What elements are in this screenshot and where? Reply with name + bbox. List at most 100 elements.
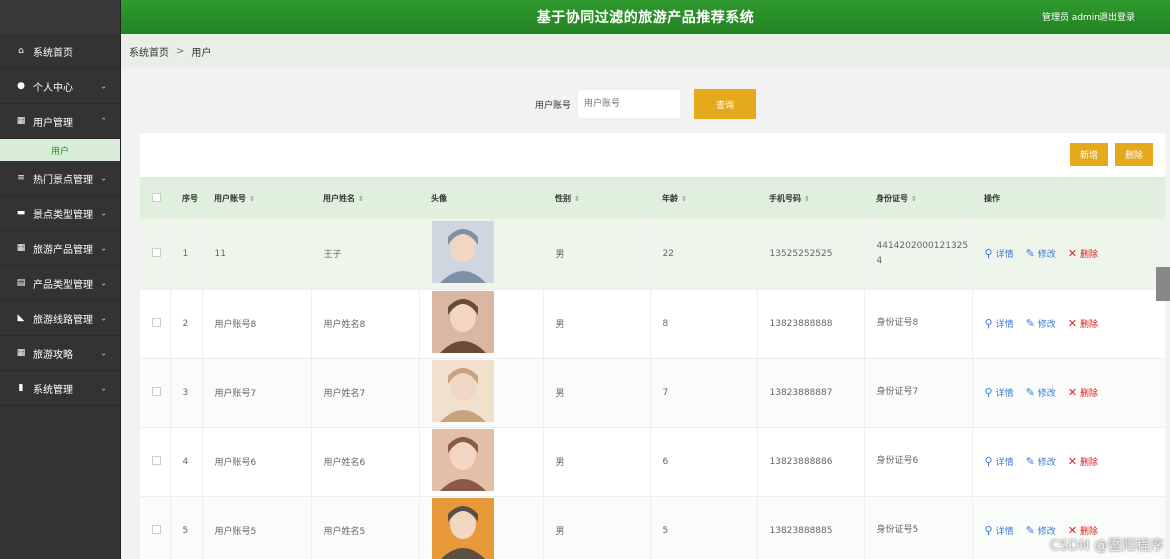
cell-idcard: 身份证号6: [864, 427, 973, 497]
sort-icon[interactable]: ⇕: [804, 195, 810, 203]
edit-button[interactable]: ✎ 修改: [1026, 247, 1056, 260]
cell-no: 3: [170, 358, 203, 428]
row-checkbox[interactable]: [152, 455, 161, 465]
row-delete-button[interactable]: ✕ 删除: [1068, 386, 1098, 399]
cell-phone: 13823888888: [757, 289, 865, 359]
row-select-cell[interactable]: [140, 496, 171, 559]
row-checkbox[interactable]: [152, 524, 161, 534]
detail-label: 详情: [995, 527, 1014, 537]
sidebar-item-products[interactable]: ▦ 旅游产品管理 ⌄: [0, 231, 120, 266]
cell-age: 6: [650, 427, 758, 497]
cell-age: 5: [650, 496, 758, 559]
sidebar-item-spot-types[interactable]: ▬ 景点类型管理 ⌄: [0, 196, 120, 231]
cell-age: 7: [650, 358, 758, 428]
col-header-label: 手机号码: [769, 193, 801, 203]
search-input[interactable]: [577, 89, 682, 119]
breadcrumb-home[interactable]: 系统首页: [129, 44, 169, 59]
col-header-no: 序号: [170, 177, 202, 219]
col-header-name[interactable]: 用户姓名 ⇕: [311, 177, 419, 219]
grid-icon: ▦: [16, 116, 26, 126]
cell-idcard: 身份证号8: [864, 289, 973, 359]
user-table: 序号 用户账号 ⇕ 用户姓名 ⇕ 头像 性别 ⇕ 年龄 ⇕ 手机号码 ⇕ 身份证号 ⇕ 操作…: [140, 177, 1165, 559]
edit-button[interactable]: ✎ 修改: [1026, 455, 1056, 468]
sidebar-item-users[interactable]: ▦ 用户管理 ⌃: [0, 104, 120, 139]
detail-button[interactable]: ⚲ 详情: [985, 247, 1014, 260]
clipboard-icon: ▤: [16, 278, 26, 288]
sort-icon[interactable]: ⇕: [911, 195, 917, 203]
row-actions: ⚲ 详情 ✎ 修改 ✕ 删除: [985, 455, 1166, 468]
col-header-idcard[interactable]: 身份证号 ⇕: [864, 177, 972, 219]
select-all-header[interactable]: [140, 177, 170, 219]
sidebar-item-home[interactable]: ⌂ 系统首页: [0, 34, 120, 69]
row-select-cell[interactable]: [140, 219, 171, 290]
cell-gender: 男: [543, 427, 651, 497]
edit-button[interactable]: ✎ 修改: [1026, 386, 1056, 399]
delete-button[interactable]: 删除: [1115, 143, 1153, 166]
search-label: 用户账号: [535, 100, 572, 111]
logout-link[interactable]: 退出登录: [1099, 10, 1135, 23]
current-user: 管理员 admin: [1041, 13, 1100, 23]
row-delete-button[interactable]: ✕ 删除: [1068, 455, 1098, 468]
cell-avatar: [419, 219, 544, 290]
cell-name: 用户姓名8: [311, 289, 420, 359]
table-row: 4 用户账号6 用户姓名6 男 6 13823888886 身份证号6 ⚲ 详情 …: [140, 427, 1166, 497]
cell-no: 5: [170, 496, 203, 559]
sidebar-item-label: 旅游攻略: [33, 349, 73, 361]
detail-button[interactable]: ⚲ 详情: [985, 386, 1014, 399]
add-button[interactable]: 新增: [1070, 143, 1108, 166]
edit-label: 修改: [1037, 250, 1056, 261]
sort-icon[interactable]: ⇕: [681, 195, 687, 203]
close-icon: ✕: [1067, 386, 1078, 399]
search-icon: ⚲: [984, 455, 993, 468]
row-checkbox[interactable]: [152, 317, 161, 327]
detail-button[interactable]: ⚲ 详情: [985, 524, 1014, 537]
table-row: 2 用户账号8 用户姓名8 男 8 13823888888 身份证号8 ⚲ 详情 …: [140, 289, 1165, 359]
delete-label: 删除: [1080, 320, 1099, 330]
close-icon: ✕: [1067, 247, 1078, 261]
edit-button[interactable]: ✎ 修改: [1026, 317, 1056, 330]
sidebar-logo-area: [0, 0, 120, 34]
row-select-cell[interactable]: [140, 289, 171, 359]
action-buttons: 新增 删除: [1070, 143, 1153, 166]
sidebar-item-hot-spots[interactable]: ≡ 热门景点管理 ⌄: [0, 161, 120, 196]
cell-no: 1: [170, 219, 203, 290]
ticket-icon: ▬: [16, 208, 26, 218]
col-header-age[interactable]: 年龄 ⇕: [650, 177, 757, 219]
cell-account: 11: [202, 219, 312, 290]
cell-name: 王子: [311, 219, 420, 290]
sidebar-item-product-types[interactable]: ▤ 产品类型管理 ⌄: [0, 266, 120, 301]
sort-icon[interactable]: ⇕: [358, 195, 364, 203]
row-select-cell[interactable]: [140, 427, 171, 497]
col-header-label: 用户账号: [214, 193, 246, 203]
row-checkbox[interactable]: [152, 247, 161, 257]
scrollbar-thumb[interactable]: [1156, 267, 1170, 301]
sidebar-subitem-user[interactable]: 用户: [0, 139, 120, 161]
col-header-phone[interactable]: 手机号码 ⇕: [757, 177, 864, 219]
sidebar-item-personal[interactable]: ● 个人中心 ⌄: [0, 69, 120, 104]
delete-label: 删除: [1080, 458, 1099, 468]
select-all-checkbox[interactable]: [152, 192, 161, 202]
col-header-gender[interactable]: 性别 ⇕: [543, 177, 650, 219]
row-delete-button[interactable]: ✕ 删除: [1068, 247, 1098, 260]
detail-button[interactable]: ⚲ 详情: [985, 317, 1014, 330]
cell-idcard: 身份证号7: [864, 358, 973, 428]
sort-icon[interactable]: ⇕: [249, 195, 255, 203]
user-icon: ●: [17, 81, 25, 91]
row-checkbox[interactable]: [152, 386, 161, 396]
breadcrumb-current: 用户: [191, 47, 212, 59]
grid-icon: ▦: [16, 348, 26, 358]
col-header-account[interactable]: 用户账号 ⇕: [202, 177, 311, 219]
sidebar-item-label: 系统管理: [33, 384, 73, 396]
detail-button[interactable]: ⚲ 详情: [985, 455, 1014, 468]
row-delete-button[interactable]: ✕ 删除: [1068, 317, 1098, 330]
app-header: 基于协同过滤的旅游产品推荐系统 管理员 admin 退出登录: [121, 0, 1170, 34]
sidebar-item-guides[interactable]: ▦ 旅游攻略 ⌄: [0, 336, 120, 371]
sort-icon[interactable]: ⇕: [574, 195, 580, 203]
sidebar: ⌂ 系统首页 ● 个人中心 ⌄ ▦ 用户管理 ⌃ 用户 ≡ 热门景点管理 ⌄ ▬…: [0, 0, 121, 559]
app-title: 基于协同过滤的旅游产品推荐系统: [536, 10, 755, 26]
sidebar-item-system[interactable]: ▮ 系统管理 ⌄: [0, 371, 120, 406]
row-select-cell[interactable]: [140, 358, 171, 428]
search-button[interactable]: 查询: [694, 89, 757, 119]
search-icon: ⚲: [984, 386, 993, 399]
sidebar-item-routes[interactable]: ◣ 旅游线路管理 ⌄: [0, 301, 120, 336]
